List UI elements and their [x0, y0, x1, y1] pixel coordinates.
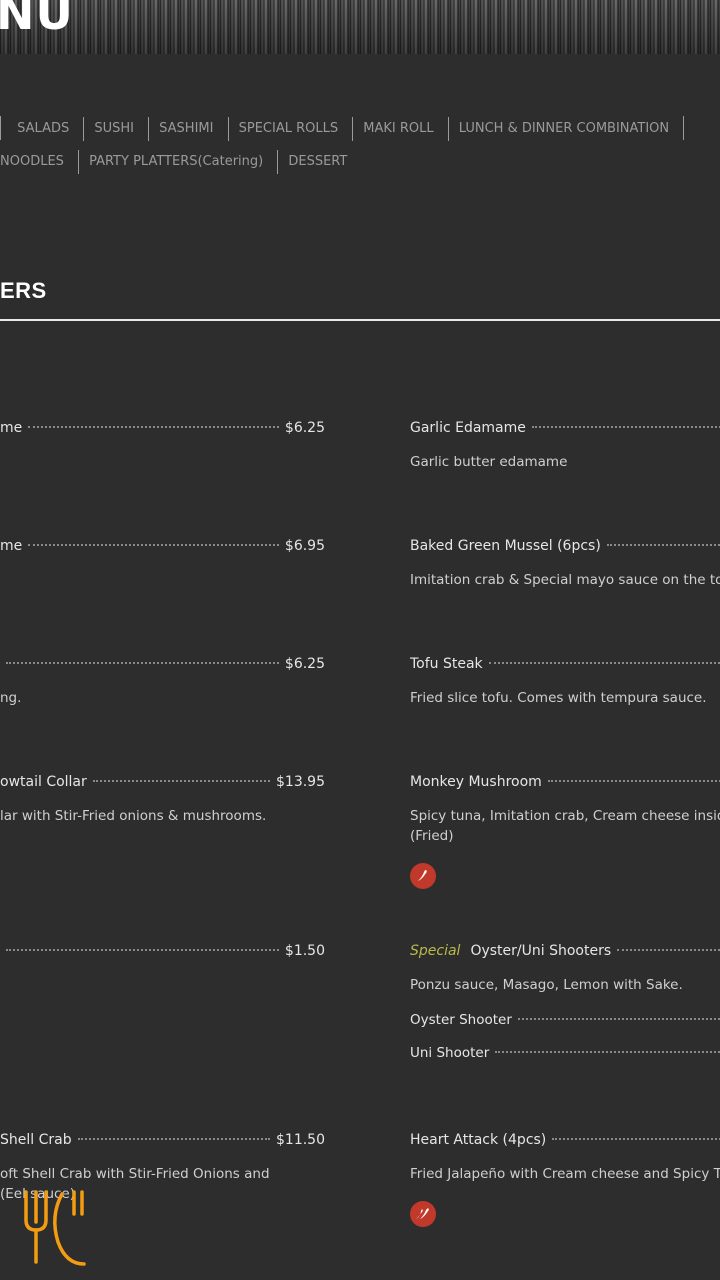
header-banner: NU [0, 0, 720, 54]
item-price: $6.25 [284, 420, 325, 436]
fork-knife-logo-icon[interactable] [14, 1186, 90, 1274]
nav-party-platters[interactable]: PARTY PLATTERS(Catering) [78, 150, 273, 174]
item-description: lar with Stir-Fried onions & mushrooms. [0, 808, 267, 824]
menu-item-right-2: Baked Green Mussel (6pcs) [410, 538, 720, 554]
nav-divider [0, 116, 1, 140]
item-description: Imitation crab & Special mayo sauce on t… [410, 572, 720, 588]
item-description: Fried slice tofu. Comes with tempura sau… [410, 690, 707, 706]
item-name: Garlic Edamame [410, 420, 526, 436]
menu-item-left-5: $1.50 [0, 943, 325, 959]
sub-item-name: Oyster Shooter [410, 1012, 512, 1028]
section-divider [0, 319, 720, 321]
item-name: owtail Collar [0, 774, 87, 790]
item-description: Spicy tuna, Imitation crab, Cream cheese… [410, 808, 720, 824]
nav-salads[interactable]: SALADS [5, 117, 79, 141]
item-price: $1.50 [284, 943, 325, 959]
item-price: $6.25 [284, 656, 325, 672]
nav-divider [683, 116, 685, 140]
restaurant-title: NU [0, 0, 74, 40]
item-name: Shell Crab [0, 1132, 72, 1148]
item-name: me [0, 420, 23, 436]
nav-lunch-dinner-combination[interactable]: LUNCH & DINNER COMBINATION [447, 116, 679, 141]
item-description: Garlic butter edamame [410, 454, 568, 470]
chili-icon [410, 863, 436, 889]
menu-item-left-2: me $6.95 [0, 538, 325, 554]
menu-item-left-4: owtail Collar $13.95 [0, 774, 325, 790]
nav-special-rolls[interactable]: SPECIAL ROLLS [227, 116, 349, 141]
item-name: Oyster/Uni Shooters [470, 943, 612, 959]
item-price: $11.50 [276, 1132, 325, 1148]
special-tag: Special [410, 943, 461, 959]
nav-sushi[interactable]: SUSHI [83, 116, 144, 141]
menu-item-right-3: Tofu Steak [410, 656, 720, 672]
sub-item-uni-shooter: Uni Shooter [410, 1045, 720, 1061]
menu-item-left-3: $6.25 [0, 656, 325, 672]
section-title: ERS [0, 278, 47, 303]
menu-item-right-5: Special Oyster/Uni Shooters [410, 943, 720, 959]
chili-icon [410, 1201, 436, 1227]
menu-item-left-1: me $6.25 [0, 420, 325, 436]
item-description: ng. [0, 690, 22, 706]
item-name: Heart Attack (4pcs) [410, 1132, 547, 1148]
sub-item-name: Uni Shooter [410, 1045, 490, 1061]
menu-item-left-6: Shell Crab $11.50 [0, 1132, 325, 1148]
item-price: $13.95 [276, 774, 325, 790]
item-name: Tofu Steak [410, 656, 483, 672]
menu-item-right-6: Heart Attack (4pcs) [410, 1132, 720, 1148]
category-nav-row-2: NOODLES PARTY PLATTERS(Catering) DESSERT [0, 150, 357, 174]
nav-maki-roll[interactable]: MAKI ROLL [352, 116, 443, 141]
item-name: Monkey Mushroom [410, 774, 542, 790]
item-name: me [0, 538, 23, 554]
nav-dessert[interactable]: DESSERT [277, 150, 357, 174]
item-price: $6.95 [284, 538, 325, 554]
nav-sashimi[interactable]: SASHIMI [148, 116, 223, 141]
menu-item-right-4: Monkey Mushroom [410, 774, 720, 790]
category-nav-row-1: SALADS SUSHI SASHIMI SPECIAL ROLLS MAKI … [0, 116, 685, 141]
nav-noodles[interactable]: NOODLES [0, 150, 74, 174]
menu-item-right-1: Garlic Edamame [410, 420, 720, 436]
item-name: Baked Green Mussel (6pcs) [410, 538, 601, 554]
item-description: Ponzu sauce, Masago, Lemon with Sake. [410, 977, 683, 993]
item-description: oft Shell Crab with Stir-Fried Onions an… [0, 1166, 270, 1182]
sub-item-oyster-shooter: Oyster Shooter [410, 1012, 720, 1028]
item-description: (Fried) [410, 828, 454, 844]
item-description: Fried Jalapeño with Cream cheese and Spi… [410, 1166, 720, 1182]
